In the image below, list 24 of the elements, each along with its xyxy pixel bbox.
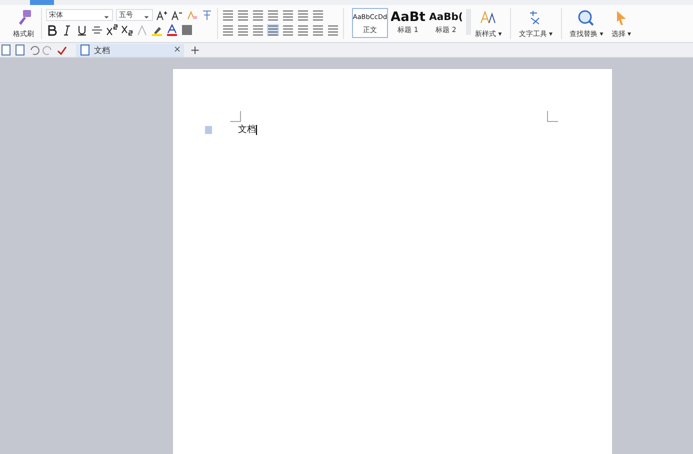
text-cursor	[256, 124, 257, 134]
pinyin-icon[interactable]	[201, 9, 213, 21]
italic-icon[interactable]	[61, 24, 73, 36]
margin-corner-mark	[230, 111, 241, 122]
document-text: 文档	[238, 124, 256, 136]
magnifier-icon	[577, 9, 596, 27]
superscript-icon[interactable]	[106, 24, 118, 36]
strikethrough-icon[interactable]	[91, 24, 103, 36]
underline-icon[interactable]	[76, 24, 88, 36]
justify-icon[interactable]	[267, 24, 279, 36]
new-tab-button[interactable]: +	[186, 44, 200, 56]
highlight-icon[interactable]	[151, 24, 163, 36]
subscript-icon[interactable]	[121, 24, 133, 36]
document-tab[interactable]: 文档 ×	[76, 44, 184, 56]
bold-icon[interactable]	[46, 24, 58, 36]
close-tab-button[interactable]: ×	[173, 45, 184, 55]
new-document-icon[interactable]	[14, 44, 26, 56]
font-color-icon[interactable]	[166, 24, 178, 36]
grow-font-icon[interactable]	[156, 9, 168, 21]
checkmark-icon[interactable]	[56, 44, 68, 56]
shading-icon[interactable]	[181, 24, 193, 36]
margin-corner-mark	[547, 111, 558, 122]
undo-icon[interactable]	[28, 44, 40, 56]
shrink-font-icon[interactable]	[171, 9, 183, 21]
